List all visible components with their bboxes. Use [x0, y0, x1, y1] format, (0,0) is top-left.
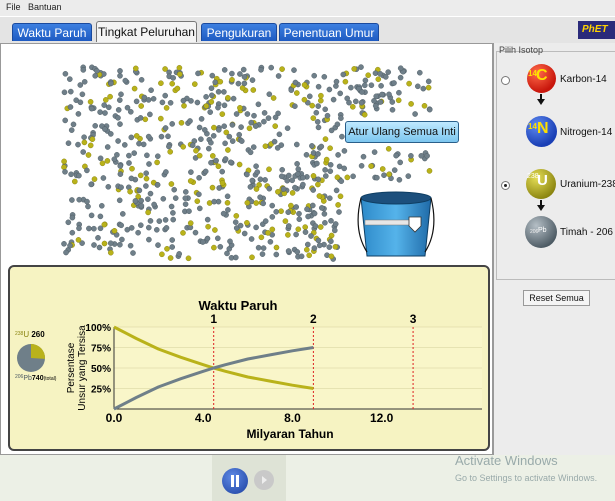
carbon-14-label: Karbon-14 — [560, 74, 607, 85]
decay-arrow-icon — [537, 205, 545, 211]
reset-all-button[interactable]: Reset Semua — [523, 290, 590, 306]
nitrogen-14-label: Nitrogen-14 — [560, 127, 613, 138]
y-tick-label: 25% — [91, 385, 111, 396]
decay-chart: 25% 50% 75% 100% 0.0 4.0 8.0 12.0 1 2 3 Waktu Paruh… — [15, 298, 482, 441]
chart-title: Waktu Paruh — [199, 298, 278, 313]
pie-label-lead: 206Pb740(total) — [15, 374, 57, 382]
x-tick-label: 4.0 — [195, 411, 212, 425]
half-life-marker-label: 2 — [310, 312, 317, 326]
pause-button[interactable] — [222, 468, 248, 494]
radio-uranium-238[interactable] — [501, 181, 510, 190]
x-axis-label: Milyaran Tahun — [246, 427, 333, 441]
nitrogen-mass: 14 — [528, 122, 537, 131]
phet-logo: PhET — [578, 21, 615, 39]
lead-206-label: Timah - 206 — [560, 227, 613, 238]
carbon-symbol: C — [536, 67, 548, 84]
decay-arrow-icon — [537, 99, 545, 105]
y-tick-label: 100% — [85, 323, 111, 334]
watermark-subtitle: Go to Settings to activate Windows. — [455, 473, 598, 483]
isotope-group — [496, 51, 615, 280]
pie-slice-uranium — [31, 343, 46, 359]
x-tick-label: 8.0 — [284, 411, 301, 425]
uranium-238-label: Uranium-238 — [560, 179, 615, 190]
uranium-symbol: U — [537, 172, 548, 189]
pie-label-uranium: 238U 260 — [15, 330, 45, 339]
step-button[interactable] — [254, 470, 274, 490]
half-life-marker-label: 3 — [410, 312, 417, 326]
y-axis-label: Persentase — [66, 342, 77, 393]
x-tick-label: 0.0 — [106, 411, 123, 425]
watermark-title: Activate Windows — [455, 453, 558, 468]
x-tick-label: 12.0 — [370, 411, 394, 425]
half-life-marker-label: 1 — [210, 312, 217, 326]
nitrogen-symbol: N — [537, 120, 549, 137]
y-tick-label: 50% — [91, 364, 111, 375]
lead-symbol: Pb — [538, 227, 547, 234]
y-axis-label: Unsur yang Tersisa — [77, 325, 88, 411]
y-tick-label: 75% — [91, 344, 111, 355]
isotope-panel: Pilih Isotop 14 C Karbon-14 14 N Nitroge… — [493, 43, 615, 455]
radio-carbon-14[interactable] — [501, 76, 510, 85]
isotope-panel-title: Pilih Isotop — [499, 45, 544, 55]
